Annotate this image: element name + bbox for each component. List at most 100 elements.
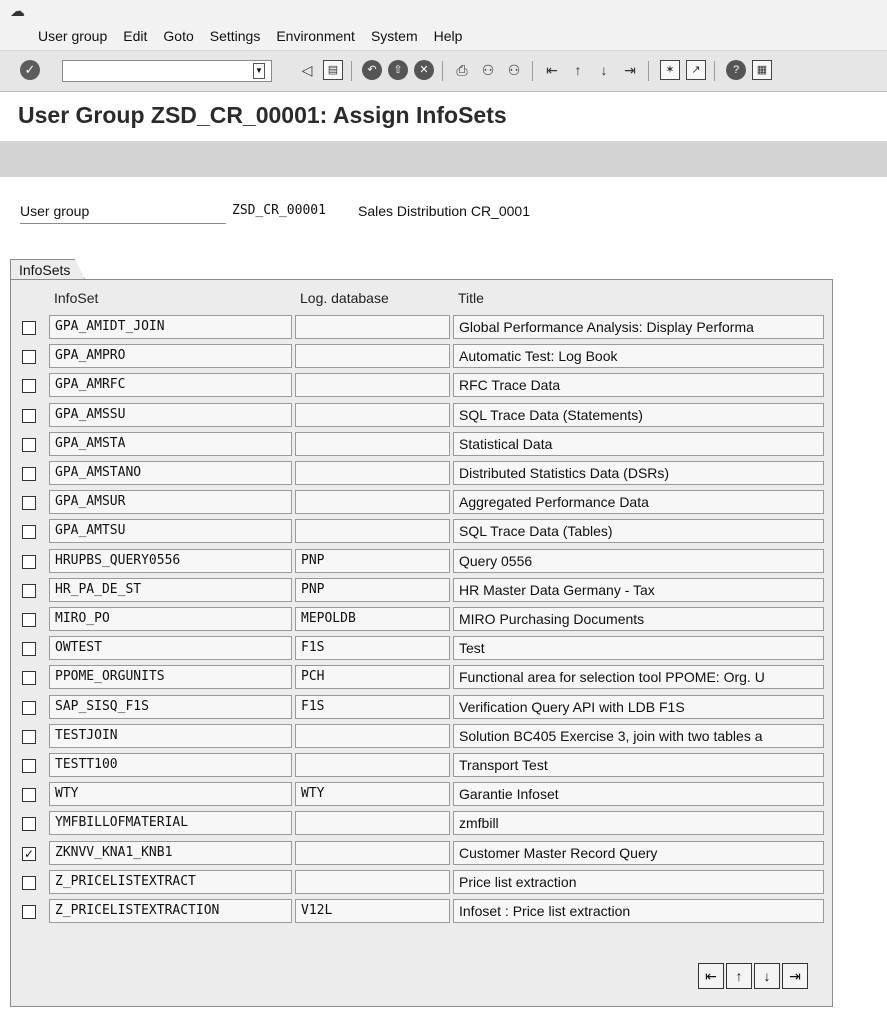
menu-edit[interactable]: Edit [123,28,147,44]
menu-help[interactable]: Help [434,28,463,44]
infoset-cell: Z_PRICELISTEXTRACT [49,869,292,894]
application-toolbar [0,141,887,177]
row-checkbox[interactable] [22,788,36,803]
row-checkbox[interactable] [22,321,36,335]
table-row: YMFBILLOFMATERIAL zmfbill [18,811,828,836]
log-database-cell: MEPOLDB [295,607,450,631]
log-database-cell [295,315,450,339]
command-input[interactable] [66,62,250,82]
column-header-log-database: Log. database [300,290,389,306]
title-cell: zmfbill [453,811,824,836]
row-checkbox[interactable] [22,729,36,744]
title-cell: HR Master Data Germany - Tax [453,577,824,602]
title-cell: Garantie Infoset [453,782,824,807]
infoset-cell: GPA_AMPRO [49,344,292,369]
row-checkbox[interactable] [22,437,36,452]
row-checkbox[interactable] [22,759,36,773]
save-icon[interactable]: ▤ [323,60,343,80]
back-arrow-icon[interactable]: ◁ [297,60,317,80]
row-checkbox[interactable] [22,583,36,598]
row-checkbox[interactable] [22,554,36,569]
log-database-cell [295,344,450,369]
new-session-icon[interactable]: ✶ [660,60,680,80]
row-checkbox[interactable] [22,613,36,627]
enter-icon[interactable]: ✓ [20,60,40,80]
title-cell: Aggregated Performance Data [453,490,824,515]
row-checkbox[interactable] [22,496,36,511]
row-checkbox[interactable] [22,408,36,423]
exit-menu-icon[interactable]: ☁ [10,2,25,20]
log-database-cell [295,753,450,777]
page-title: User Group ZSD_CR_00001: Assign InfoSets [18,102,507,128]
row-checkbox[interactable] [22,642,36,657]
find-next-icon[interactable]: ⚇ [504,60,524,80]
row-checkbox[interactable] [22,700,36,715]
infoset-cell: TESTJOIN [49,723,292,748]
previous-page-icon[interactable]: ↑ [726,963,752,989]
title-cell: Verification Query API with LDB F1S [453,694,824,719]
next-page-icon[interactable]: ↓ [754,963,780,989]
row-checkbox[interactable] [22,379,36,394]
table-row: TESTJOIN Solution BC405 Exercise 3, join … [18,723,828,748]
menu-system[interactable]: System [371,28,418,44]
table-navigation: ⇤ ↑ ↓ ⇥ [698,963,810,989]
log-database-cell: PNP [295,577,450,602]
standard-toolbar: ✓ ▼ ◁ ▤ ↶ ⇧ ✕ ⎙ ⚇ ⚇ ⇤ ↑ ↓ ⇥ ✶ ↗ ? ▦ [0,51,887,92]
table-row: HR_PA_DE_ST PNP HR Master Data Germany - T… [18,577,828,602]
exit-icon[interactable]: ⇧ [388,60,408,80]
infoset-cell: GPA_AMSUR [49,490,292,515]
last-page-icon[interactable]: ⇥ [620,60,640,80]
table-row: HRUPBS_QUERY0556 PNP Query 0556 [18,548,828,573]
last-page-icon[interactable]: ⇥ [782,963,808,989]
toolbar-separator [714,61,715,81]
infoset-cell: GPA_AMRFC [49,373,292,398]
first-page-icon[interactable]: ⇤ [698,963,724,989]
row-checkbox[interactable] [22,875,36,890]
row-checkbox[interactable] [22,905,36,919]
row-checkbox[interactable] [22,467,36,481]
infoset-cell: YMFBILLOFMATERIAL [49,811,292,836]
title-cell: Statistical Data [453,431,824,456]
table-row: GPA_AMSTA Statistical Data [18,431,828,456]
menu-goto[interactable]: Goto [163,28,193,44]
customize-layout-icon[interactable]: ▦ [752,60,772,80]
table-row: GPA_AMTSU SQL Trace Data (Tables) [18,519,828,544]
next-page-icon[interactable]: ↓ [594,60,614,80]
row-checkbox[interactable]: ✓ [22,846,36,861]
menu-environment[interactable]: Environment [276,28,355,44]
table-row: ✓ ZKNVV_KNA1_KNB1 Customer Master Record Q… [18,840,828,865]
row-checkbox[interactable] [22,671,36,686]
infoset-cell: GPA_AMSTANO [49,461,292,485]
print-icon[interactable]: ⎙ [452,60,472,80]
log-database-cell [295,461,450,485]
title-cell: Functional area for selection tool PPOME… [453,665,824,690]
log-database-cell [295,811,450,836]
log-database-cell [295,840,450,865]
log-database-cell: F1S [295,636,450,661]
title-cell: Transport Test [453,753,824,777]
find-icon[interactable]: ⚇ [478,60,498,80]
command-field[interactable]: ▼ [62,60,272,82]
title-cell: Global Performance Analysis: Display Per… [453,315,824,339]
log-database-cell [295,402,450,427]
row-checkbox[interactable] [22,525,36,540]
first-page-icon[interactable]: ⇤ [542,60,562,80]
infoset-cell: ZKNVV_KNA1_KNB1 [49,840,292,865]
log-database-cell: PCH [295,665,450,690]
infoset-cell: SAP_SISQ_F1S [49,694,292,719]
command-history-icon[interactable]: ▼ [253,63,265,79]
table-row: GPA_AMRFC RFC Trace Data [18,373,828,398]
menu-user-group[interactable]: User group [38,28,107,44]
previous-page-icon[interactable]: ↑ [568,60,588,80]
menu-settings[interactable]: Settings [210,28,261,44]
log-database-cell [295,431,450,456]
table-row: Z_PRICELISTEXTRACT Price list extraction [18,869,828,894]
row-checkbox[interactable] [22,817,36,832]
shortcut-icon[interactable]: ↗ [686,60,706,80]
row-checkbox[interactable] [22,350,36,365]
cancel-icon[interactable]: ✕ [414,60,434,80]
title-cell: MIRO Purchasing Documents [453,607,824,631]
back-icon[interactable]: ↶ [362,60,382,80]
help-icon[interactable]: ? [726,60,746,80]
log-database-cell: WTY [295,782,450,807]
